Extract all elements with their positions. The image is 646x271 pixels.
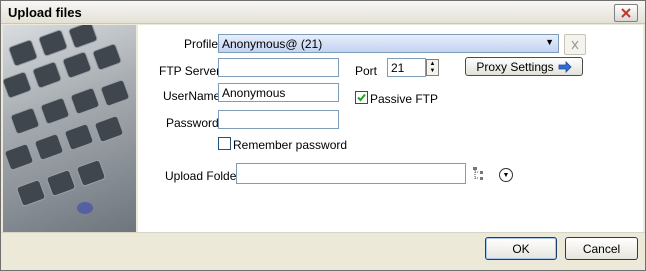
ftp-server-label: FTP Server [159, 64, 221, 78]
port-spinner[interactable]: ▲ ▼ [426, 59, 439, 76]
proxy-settings-label: Proxy Settings [476, 59, 554, 74]
profile-label: Profile [184, 37, 219, 51]
spin-down-icon[interactable]: ▼ [427, 67, 438, 74]
folder-tree-icon [473, 167, 483, 180]
username-label: UserName [163, 89, 221, 103]
upload-folder-input[interactable] [236, 163, 466, 184]
ftp-server-input[interactable] [218, 58, 339, 77]
proxy-settings-button[interactable]: Proxy Settings [465, 57, 583, 76]
profile-select[interactable]: Anonymous@ (21) ▼ [218, 34, 559, 53]
keyboard-image [3, 25, 136, 232]
passive-ftp-label: Passive FTP [370, 92, 439, 106]
title-bar: Upload files [1, 1, 645, 24]
remember-password-checkbox[interactable] [218, 137, 231, 150]
password-label: Password [166, 116, 219, 130]
checkmark-icon [357, 93, 366, 102]
delete-profile-icon [571, 40, 579, 49]
expand-options-button[interactable]: ▼ [499, 168, 513, 182]
close-icon [621, 8, 631, 18]
remember-password-label: Remember password [233, 138, 348, 152]
chevron-down-circle-icon: ▼ [502, 171, 510, 179]
spin-up-icon[interactable]: ▲ [427, 60, 438, 67]
chevron-down-icon: ▼ [545, 37, 554, 47]
password-input[interactable] [218, 110, 339, 129]
close-button[interactable] [614, 4, 638, 22]
username-input[interactable]: Anonymous [218, 83, 339, 102]
delete-profile-button[interactable] [564, 34, 586, 55]
port-label: Port [355, 64, 378, 78]
ok-button[interactable]: OK [485, 237, 557, 260]
profile-select-value: Anonymous@ (21) [222, 37, 323, 51]
dialog-title: Upload files [8, 5, 82, 20]
form-panel: Profile Anonymous@ (21) ▼ FTP Server Por… [138, 25, 643, 232]
port-input[interactable]: 21 [387, 58, 426, 77]
cancel-button[interactable]: Cancel [565, 237, 638, 260]
browse-folder-button[interactable] [472, 166, 488, 182]
upload-files-dialog: Upload files Profile Anonymous@ (21) ▼ F… [0, 0, 646, 271]
upload-folder-label: Upload Folder [165, 169, 241, 183]
arrow-right-icon [558, 60, 572, 73]
passive-ftp-checkbox[interactable] [355, 91, 368, 104]
